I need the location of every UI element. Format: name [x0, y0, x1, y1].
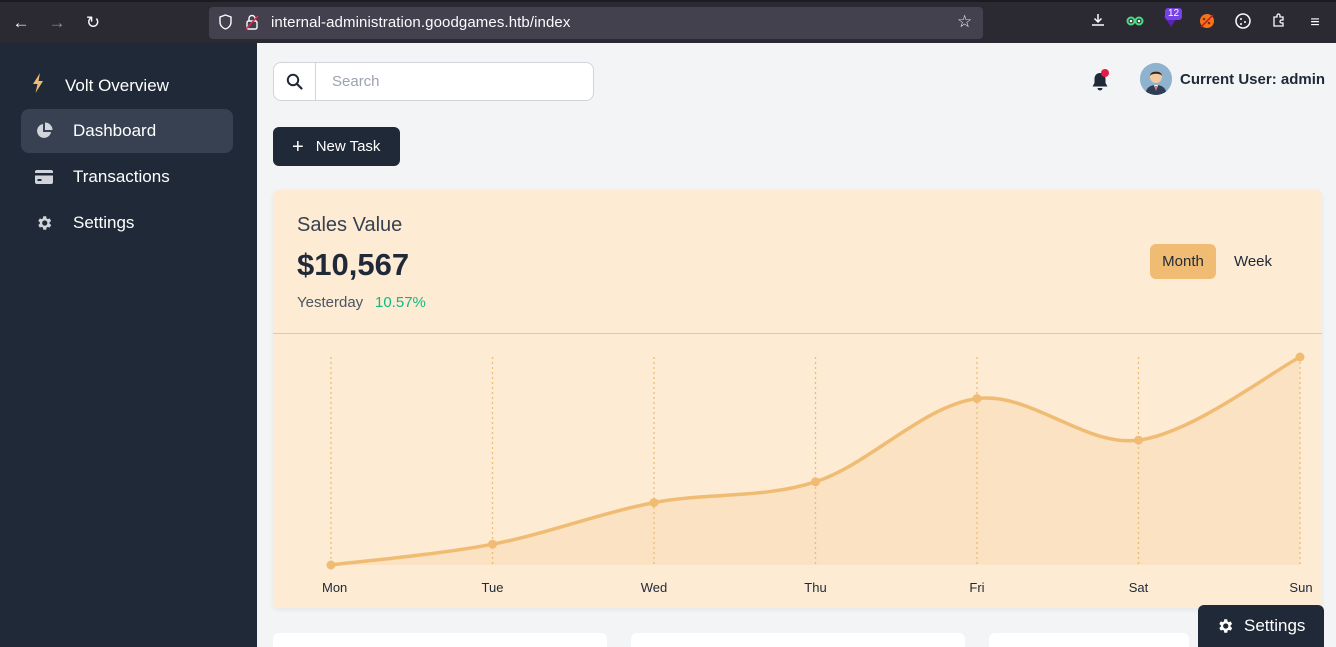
plus-icon: + [292, 135, 304, 158]
extension-cookie-outline-icon[interactable] [1232, 12, 1254, 34]
settings-label: Settings [1244, 616, 1306, 635]
extension-glasses-icon[interactable] [1124, 12, 1146, 34]
sidebar-item-transactions[interactable]: Transactions [21, 155, 233, 199]
extension-badge: 12 [1165, 8, 1183, 20]
sidebar-item-label: Transactions [73, 167, 170, 186]
sidebar-item-dashboard[interactable]: Dashboard [21, 109, 233, 153]
x-tick-label: Mon [322, 580, 347, 595]
bottom-card [273, 633, 607, 647]
shield-icon[interactable] [218, 14, 233, 33]
gear-icon [1216, 617, 1234, 635]
data-point [1295, 352, 1305, 362]
data-point [488, 539, 497, 549]
x-tick-label: Sat [1129, 580, 1149, 595]
brand[interactable]: Volt Overview [32, 73, 169, 98]
sidebar-item-label: Settings [73, 213, 135, 232]
lock-insecure-icon[interactable] [245, 14, 259, 33]
bottom-card [631, 633, 965, 647]
search-input[interactable] [316, 63, 593, 100]
extensions-puzzle-icon[interactable] [1268, 12, 1290, 34]
x-tick-label: Sun [1289, 580, 1312, 595]
sidebar-item-label: Dashboard [73, 121, 157, 140]
reload-icon[interactable]: ↻ [82, 12, 104, 34]
gear-icon [34, 214, 54, 232]
x-tick-label: Fri [969, 580, 984, 595]
sidebar: Volt Overview Dashboard Transactions Set… [0, 43, 257, 647]
new-task-label: New Task [315, 138, 381, 155]
back-icon[interactable]: ← [10, 12, 32, 34]
extension-cookie-icon[interactable] [1196, 12, 1218, 34]
x-tick-label: Wed [641, 580, 668, 595]
search-box [273, 62, 594, 101]
sales-value: $10,567 [297, 247, 410, 282]
x-tick-label: Tue [482, 580, 504, 595]
bottom-card [989, 633, 1189, 647]
card-title: Sales Value [297, 214, 403, 236]
change-percentage: 10.57% [375, 294, 426, 311]
lightning-icon [32, 73, 52, 98]
month-toggle-button[interactable]: Month [1150, 244, 1216, 279]
browser-toolbar: ← → ↻ internal-administration.goodgames.… [0, 0, 1336, 43]
pie-chart-icon [34, 122, 54, 140]
data-point [811, 477, 820, 487]
current-user-label[interactable]: Current User: admin [1180, 71, 1325, 88]
forward-icon[interactable]: → [46, 12, 68, 34]
new-task-button[interactable]: + New Task [273, 127, 400, 166]
notification-dot [1101, 69, 1109, 77]
sidebar-item-settings[interactable]: Settings [21, 201, 233, 245]
brand-label: Volt Overview [65, 75, 169, 95]
credit-card-icon [34, 170, 54, 184]
downloads-icon[interactable] [1087, 12, 1109, 34]
period-label: Yesterday [297, 294, 364, 311]
data-point [1134, 435, 1143, 445]
floating-settings-button[interactable]: Settings [1198, 605, 1324, 647]
data-point [972, 394, 982, 404]
week-toggle-button[interactable]: Week [1226, 244, 1280, 279]
avatar[interactable] [1140, 63, 1172, 95]
url-bar[interactable]: internal-administration.goodgames.htb/in… [209, 7, 983, 39]
bookmark-star-icon[interactable]: ☆ [957, 12, 972, 32]
data-point [649, 498, 659, 508]
search-icon[interactable] [274, 63, 316, 100]
menu-hamburger-icon[interactable]: ≡ [1304, 12, 1326, 34]
sales-value-card: Sales Value $10,567 Yesterday 10.57% Mon… [273, 190, 1322, 608]
sales-line-chart: Mon Tue Wed Thu Fri Sat Sun [322, 352, 1313, 595]
x-tick-label: Thu [804, 580, 826, 595]
data-point [326, 560, 336, 570]
url-text[interactable]: internal-administration.goodgames.htb/in… [271, 14, 570, 31]
